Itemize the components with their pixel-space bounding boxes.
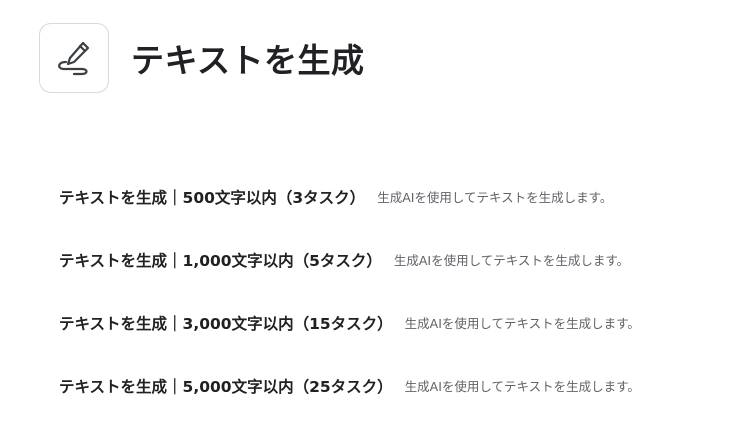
app-icon xyxy=(39,23,109,93)
option-5000-chars[interactable]: テキストを生成｜5,000文字以内（25タスク） 生成AIを使用してテキストを生… xyxy=(59,375,749,438)
option-3000-chars[interactable]: テキストを生成｜3,000文字以内（15タスク） 生成AIを使用してテキストを生… xyxy=(59,312,749,375)
option-label: テキストを生成｜1,000文字以内（5タスク） xyxy=(59,252,382,270)
option-description: 生成AIを使用してテキストを生成します。 xyxy=(404,316,640,331)
pen-icon xyxy=(58,41,90,76)
option-description: 生成AIを使用してテキストを生成します。 xyxy=(393,253,630,268)
option-1000-chars[interactable]: テキストを生成｜1,000文字以内（5タスク） 生成AIを使用してテキストを生成… xyxy=(59,249,749,312)
header: テキストを生成 xyxy=(39,23,365,93)
page-title: テキストを生成 xyxy=(131,41,365,80)
option-label: テキストを生成｜500文字以内（3タスク） xyxy=(59,189,366,207)
option-label: テキストを生成｜3,000文字以内（15タスク） xyxy=(59,315,393,333)
option-label: テキストを生成｜5,000文字以内（25タスク） xyxy=(59,378,393,396)
option-500-chars[interactable]: テキストを生成｜500文字以内（3タスク） 生成AIを使用してテキストを生成しま… xyxy=(59,186,749,249)
option-description: 生成AIを使用してテキストを生成します。 xyxy=(377,190,613,205)
option-description: 生成AIを使用してテキストを生成します。 xyxy=(404,379,640,394)
option-list: テキストを生成｜500文字以内（3タスク） 生成AIを使用してテキストを生成しま… xyxy=(59,186,749,438)
